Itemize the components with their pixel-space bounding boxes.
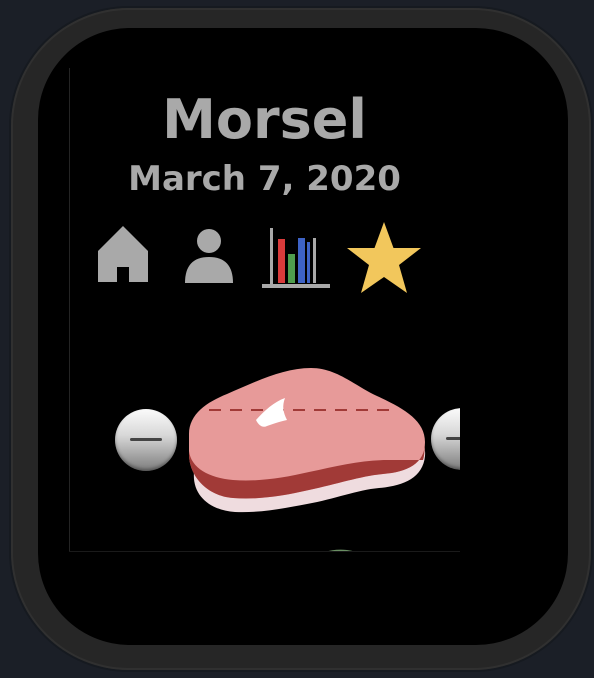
- person-icon[interactable]: [182, 228, 236, 284]
- viewport-bottom-edge: [69, 551, 460, 552]
- steak-icon[interactable]: [179, 364, 431, 514]
- home-icon[interactable]: [96, 224, 150, 284]
- viewport-edge: [69, 68, 70, 552]
- current-date: March 7, 2020: [128, 159, 401, 199]
- increase-portion-button[interactable]: [431, 408, 460, 470]
- decrease-portion-button[interactable]: [115, 409, 177, 471]
- star-icon[interactable]: [345, 220, 423, 296]
- watch-stage: Morsel March 7, 2020: [0, 0, 594, 678]
- app-viewport: Morsel March 7, 2020: [69, 68, 460, 552]
- app-title: Morsel: [162, 88, 367, 151]
- plus-icon: [446, 437, 460, 440]
- bar-chart-icon[interactable]: [261, 224, 331, 290]
- minus-icon: [130, 438, 162, 441]
